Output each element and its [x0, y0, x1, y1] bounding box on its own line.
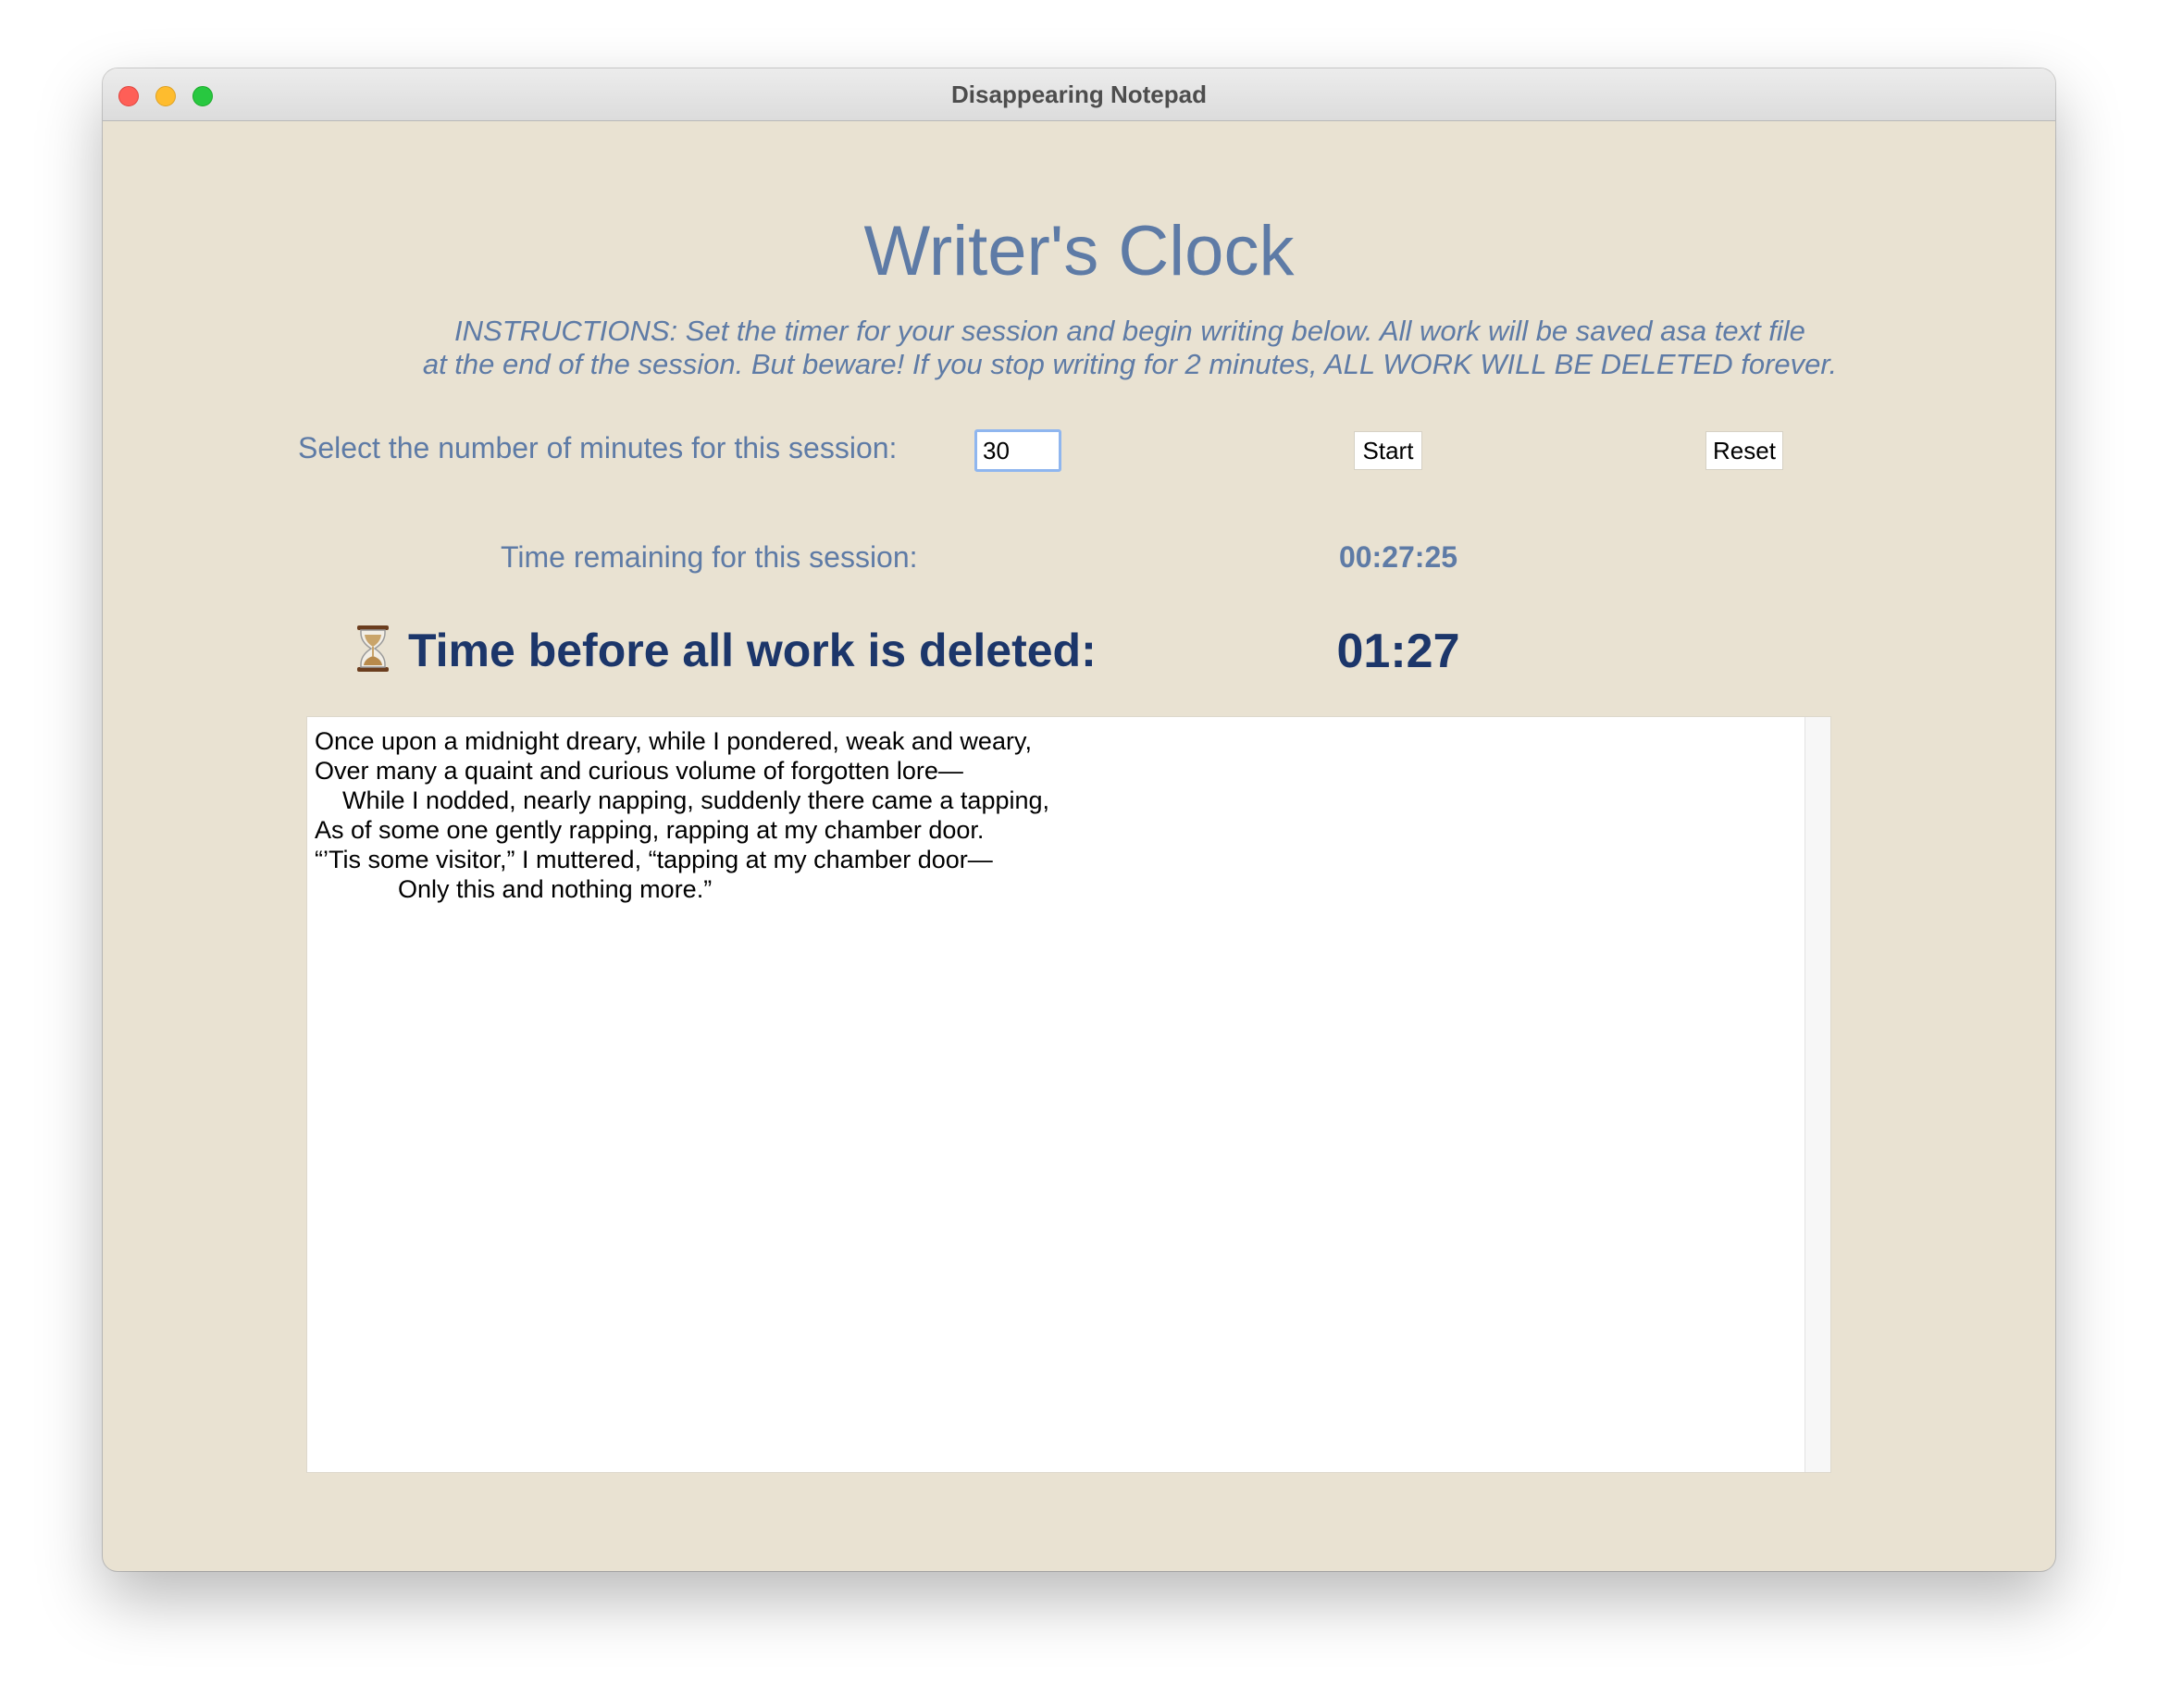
hourglass-icon: [357, 625, 389, 672]
reset-button[interactable]: Reset: [1705, 431, 1783, 470]
deletion-warning-label: Time before all work is deleted:: [408, 625, 1097, 676]
page-title: Writer's Clock: [863, 212, 1295, 291]
instructions-line: INSTRUCTIONS: Set the timer for your ses…: [454, 315, 1805, 347]
editor-scrollbar[interactable]: [1805, 717, 1830, 1472]
title-bar: Disappearing Notepad: [103, 68, 2055, 121]
minutes-input[interactable]: [974, 429, 1061, 472]
time-remaining-label: Time remaining for this session:: [501, 540, 918, 574]
editor-text-area[interactable]: Once upon a midnight dreary, while I pon…: [307, 717, 1806, 1472]
deletion-countdown-value: 01:27: [1336, 625, 1460, 678]
time-remaining-value: 00:27:25: [1338, 540, 1458, 574]
writing-editor[interactable]: Once upon a midnight dreary, while I pon…: [306, 716, 1831, 1473]
instructions-line: at the end of the session. But beware! I…: [422, 348, 1838, 380]
window-title: Disappearing Notepad: [951, 80, 1207, 108]
app-window: Disappearing Notepad Writer's Clock INST…: [103, 68, 2055, 1571]
start-button[interactable]: Start: [1354, 431, 1422, 470]
minutes-label: Select the number of minutes for this se…: [298, 431, 898, 464]
instructions-text: INSTRUCTIONS: Set the timer for your ses…: [158, 315, 2055, 381]
